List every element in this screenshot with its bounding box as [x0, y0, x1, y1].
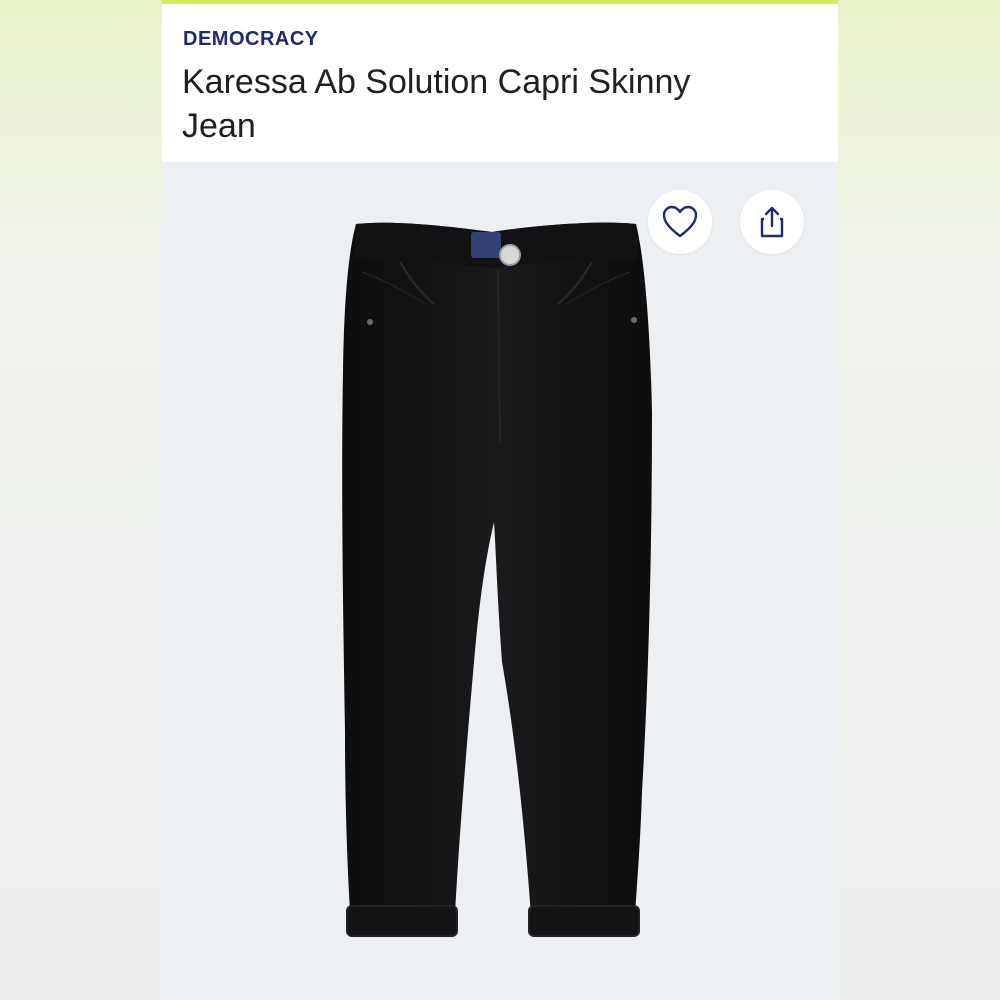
jean-silhouette	[342, 222, 652, 937]
black-capri-jean-image	[342, 222, 652, 937]
heart-outline-icon	[662, 205, 698, 238]
product-title: Karessa Ab Solution Capri Skinny Jean	[182, 63, 691, 145]
brand-name[interactable]: DEMOCRACY	[183, 28, 319, 51]
right-backdrop	[838, 0, 1000, 1000]
product-image-area[interactable]	[162, 162, 838, 1000]
share-button[interactable]	[740, 190, 804, 254]
left-backdrop	[0, 0, 162, 1000]
share-upload-icon	[760, 206, 784, 238]
product-header: DEMOCRACY Karessa Ab Solution Capri Skin…	[162, 4, 838, 162]
favorite-button[interactable]	[648, 190, 712, 254]
product-screen: DEMOCRACY Karessa Ab Solution Capri Skin…	[162, 0, 838, 1000]
